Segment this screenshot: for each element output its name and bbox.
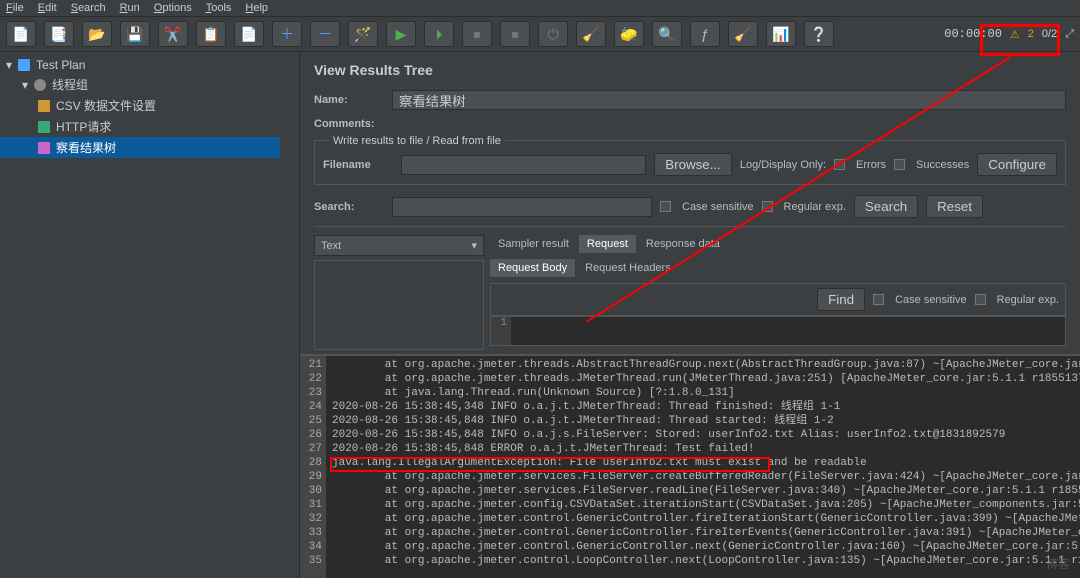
menu-tools[interactable]: Tools <box>206 2 232 14</box>
logonly-label: Log/Display Only: <box>740 159 826 171</box>
tab-sampler-result[interactable]: Sampler result <box>490 235 577 253</box>
find-icon[interactable]: 🔍 <box>652 21 682 47</box>
menu-run[interactable]: Run <box>120 2 140 14</box>
minus-icon[interactable]: － <box>310 21 340 47</box>
menu-bar: File Edit Search Run Options Tools Help <box>0 0 1080 16</box>
menu-help[interactable]: Help <box>245 2 268 14</box>
reset-button[interactable]: Reset <box>926 195 983 218</box>
play-record-icon[interactable]: ⏵ <box>424 21 454 47</box>
name-label: Name: <box>314 94 384 106</box>
search-input[interactable] <box>392 197 652 217</box>
tree-view-results[interactable]: 察看结果树 <box>0 137 280 158</box>
panel-title: View Results Tree <box>300 52 1080 86</box>
tree-csv-config[interactable]: CSV 数据文件设置 <box>0 95 299 116</box>
menu-file[interactable]: File <box>6 2 24 14</box>
elapsed-time: 00:00:00 <box>944 27 1002 41</box>
request-body-editor[interactable]: 1 <box>490 316 1066 346</box>
tree-thread-group[interactable]: ▾ 线程组 <box>0 74 299 95</box>
tab-request-headers[interactable]: Request Headers <box>577 259 679 277</box>
wand-icon[interactable]: 🪄 <box>348 21 378 47</box>
tree-test-plan[interactable]: ▾ Test Plan <box>0 56 299 74</box>
filename-label: Filename <box>323 159 393 171</box>
find-case-checkbox[interactable] <box>873 294 884 305</box>
warning-icon[interactable]: ⚠ <box>1010 28 1020 41</box>
chevron-down-icon: ▾ <box>471 239 477 252</box>
expand-icon[interactable]: ⤢ <box>1065 28 1074 41</box>
tree-http-request[interactable]: HTTP请求 <box>0 116 299 137</box>
successes-checkbox[interactable] <box>894 159 905 170</box>
configure-button[interactable]: Configure <box>977 153 1057 176</box>
open-icon[interactable]: 📂 <box>82 21 112 47</box>
new-icon[interactable]: 📄 <box>6 21 36 47</box>
find-regex-checkbox[interactable] <box>975 294 986 305</box>
clear-all-icon[interactable]: 🧽 <box>614 21 644 47</box>
toolbar: 📄 📑 📂 💾 ✂️ 📋 📄 ＋ － 🪄 ▶ ⏵ ⏹ ⏹ ⏻ 🧹 🧽 🔍 ƒ 🧹… <box>0 16 1080 52</box>
help-icon[interactable]: ❔ <box>804 21 834 47</box>
find-button[interactable]: Find <box>817 288 865 311</box>
log-panel: 212223242526272829303132333435 at org.ap… <box>300 354 1080 578</box>
clear-icon[interactable]: 🧹 <box>576 21 606 47</box>
tab-request-body[interactable]: Request Body <box>490 259 575 277</box>
warning-count: 2 <box>1028 28 1034 40</box>
menu-search[interactable]: Search <box>71 2 106 14</box>
broom-icon[interactable]: 🧹 <box>728 21 758 47</box>
copy-icon[interactable]: 📋 <box>196 21 226 47</box>
function-icon[interactable]: ƒ <box>690 21 720 47</box>
tab-response-data[interactable]: Response data <box>638 235 728 253</box>
case-checkbox[interactable] <box>660 201 671 212</box>
sample-list[interactable] <box>314 260 484 350</box>
search-button[interactable]: Search <box>854 195 918 218</box>
report-icon[interactable]: 📊 <box>766 21 796 47</box>
stop-all-icon[interactable]: ⏹ <box>500 21 530 47</box>
add-icon[interactable]: ＋ <box>272 21 302 47</box>
template-icon[interactable]: 📑 <box>44 21 74 47</box>
play-icon[interactable]: ▶ <box>386 21 416 47</box>
menu-options[interactable]: Options <box>154 2 192 14</box>
tab-request[interactable]: Request <box>579 235 636 253</box>
comments-label: Comments: <box>314 118 384 130</box>
log-gutter: 212223242526272829303132333435 <box>300 356 326 578</box>
save-icon[interactable]: 💾 <box>120 21 150 47</box>
shutdown-icon[interactable]: ⏻ <box>538 21 568 47</box>
test-plan-tree[interactable]: ▾ Test Plan ▾ 线程组 CSV 数据文件设置 HTTP请求 察看结果… <box>0 52 300 578</box>
browse-button[interactable]: Browse... <box>654 153 732 176</box>
menu-edit[interactable]: Edit <box>38 2 57 14</box>
regex-checkbox[interactable] <box>762 201 773 212</box>
renderer-dropdown[interactable]: Text▾ <box>314 235 484 256</box>
paste-icon[interactable]: 📄 <box>234 21 264 47</box>
file-fieldset: Write results to file / Read from file F… <box>314 140 1066 185</box>
search-label: Search: <box>314 201 384 213</box>
errors-checkbox[interactable] <box>834 159 845 170</box>
stop-icon[interactable]: ⏹ <box>462 21 492 47</box>
name-input[interactable] <box>392 90 1066 110</box>
filename-input[interactable] <box>401 155 646 175</box>
log-text[interactable]: at org.apache.jmeter.threads.AbstractThr… <box>326 356 1080 578</box>
thread-counter: 0/2 <box>1042 28 1057 40</box>
cut-icon[interactable]: ✂️ <box>158 21 188 47</box>
